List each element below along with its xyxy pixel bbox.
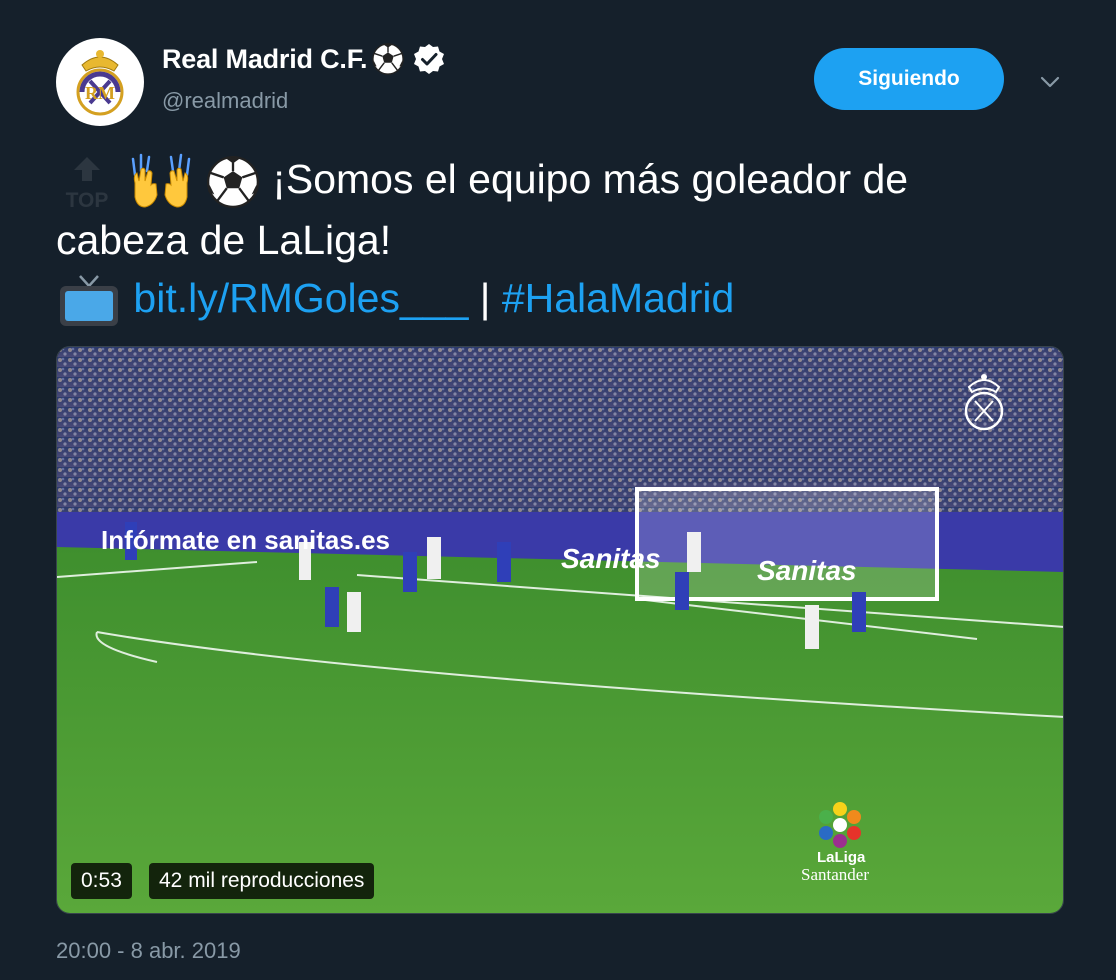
tweet-line-1: TOP ¡Somos el equipo más goleador de bbox=[56, 150, 1066, 211]
hashtag-link[interactable]: #HalaMadrid bbox=[502, 275, 734, 321]
real-madrid-crest-icon bbox=[964, 374, 1004, 431]
tweet-text-line2: cabeza de LaLiga! bbox=[56, 217, 392, 264]
tweet-text: TOP ¡Somos el equipo más goleador de cab… bbox=[56, 150, 1066, 330]
real-madrid-crest-icon: RM bbox=[76, 50, 124, 116]
tweet-card: RM Real Madrid C.F. @realmadrid Siguiend… bbox=[0, 0, 1116, 980]
top-arrow-icon: TOP bbox=[66, 157, 109, 211]
following-button[interactable]: Siguiendo bbox=[814, 48, 1004, 110]
author-block: Real Madrid C.F. @realmadrid bbox=[162, 42, 445, 114]
ad-board-text: Sanitas bbox=[757, 555, 857, 586]
video-frame bbox=[57, 347, 1063, 913]
television-icon bbox=[60, 275, 118, 327]
tweet-link[interactable]: bit.ly/RMGoles___ bbox=[133, 275, 468, 321]
video-player[interactable]: Infórmate en sanitas.es Sanitas Sanitas … bbox=[56, 346, 1064, 914]
ad-board-text: Sanitas bbox=[561, 543, 661, 574]
avatar[interactable]: RM bbox=[56, 38, 144, 126]
chevron-down-icon[interactable] bbox=[1036, 68, 1064, 96]
laliga-santander-logo bbox=[819, 802, 861, 848]
svg-text:TOP: TOP bbox=[66, 189, 109, 211]
video-views-badge: 42 mil reproducciones bbox=[149, 863, 375, 899]
svg-text:RM: RM bbox=[85, 83, 115, 103]
raising-hands-icon bbox=[132, 153, 191, 208]
video-duration-badge: 0:53 bbox=[71, 863, 132, 899]
watermark-line1: LaLiga bbox=[817, 849, 866, 866]
watermark-line2: Santander bbox=[801, 865, 869, 884]
soccer-ball-icon bbox=[206, 156, 259, 209]
tweet-text-line1: ¡Somos el equipo más goleador de bbox=[272, 156, 909, 202]
tweet-line-2: cabeza de LaLiga! bbox=[56, 211, 1066, 269]
tweet-timestamp[interactable]: 20:00 - 8 abr. 2019 bbox=[56, 938, 241, 964]
separator: | bbox=[479, 275, 491, 322]
verified-badge-icon bbox=[414, 44, 445, 74]
soccer-ball-icon bbox=[372, 43, 405, 75]
tweet-line-3: bit.ly/RMGoles___ | #HalaMadrid bbox=[56, 269, 1066, 330]
display-name[interactable]: Real Madrid C.F. bbox=[162, 44, 368, 75]
ad-board-text: Infórmate en sanitas.es bbox=[101, 525, 390, 555]
handle[interactable]: @realmadrid bbox=[162, 88, 445, 114]
